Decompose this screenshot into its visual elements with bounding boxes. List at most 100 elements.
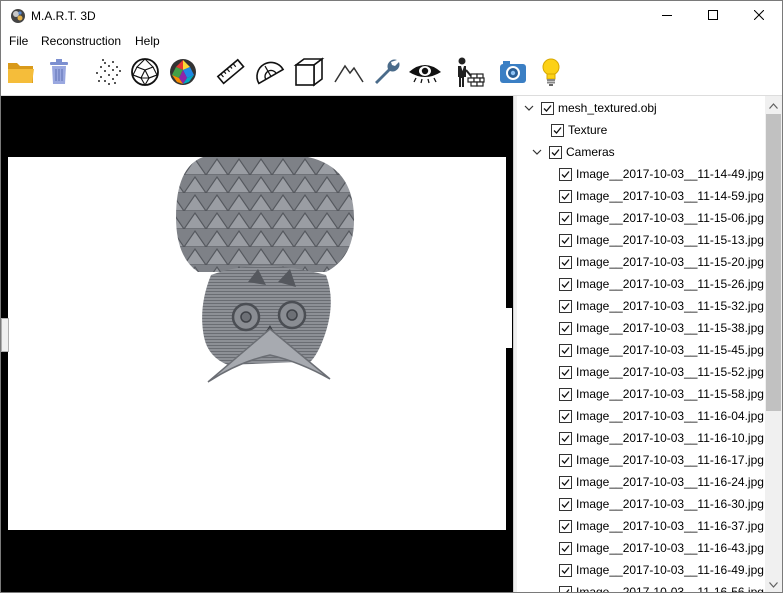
tree-item-texture[interactable]: Texture: [551, 119, 607, 141]
image-checkbox[interactable]: [559, 387, 572, 401]
tree-item-image[interactable]: Image__2017-10-03__11-15-52.jpg: [559, 361, 764, 383]
tree-item-image[interactable]: Image__2017-10-03__11-15-13.jpg: [559, 229, 764, 251]
tree-item-label: Image__2017-10-03__11-16-04.jpg: [576, 409, 764, 423]
tree-item-image[interactable]: Image__2017-10-03__11-15-32.jpg: [559, 295, 764, 317]
image-checkbox[interactable]: [559, 189, 572, 203]
image-checkbox[interactable]: [559, 299, 572, 313]
tree-item-image[interactable]: Image__2017-10-03__11-16-49.jpg: [559, 559, 764, 581]
tree-item-image[interactable]: Image__2017-10-03__11-16-37.jpg: [559, 515, 764, 537]
image-checkbox[interactable]: [559, 541, 572, 555]
tree-item-image[interactable]: Image__2017-10-03__11-14-49.jpg: [559, 163, 764, 185]
tree-item-image[interactable]: Image__2017-10-03__11-15-26.jpg: [559, 273, 764, 295]
eye-icon: [408, 60, 442, 87]
tree-item-image[interactable]: Image__2017-10-03__11-15-45.jpg: [559, 339, 764, 361]
scroll-up-button[interactable]: [765, 96, 782, 113]
image-checkbox[interactable]: [559, 563, 572, 577]
worker-icon: [452, 56, 486, 91]
menu-help[interactable]: Help: [135, 34, 160, 48]
image-checkbox[interactable]: [559, 431, 572, 445]
image-checkbox[interactable]: [559, 343, 572, 357]
tree-scrollbar[interactable]: [765, 96, 782, 592]
chevron-down-icon: [769, 577, 778, 591]
minimize-button[interactable]: [644, 1, 690, 31]
tree-item-label: Image__2017-10-03__11-15-06.jpg: [576, 211, 764, 225]
image-checkbox[interactable]: [559, 409, 572, 423]
tree-item-label: Image__2017-10-03__11-14-49.jpg: [576, 167, 764, 181]
build-button[interactable]: [453, 57, 485, 89]
tree-item-label: Image__2017-10-03__11-15-58.jpg: [576, 387, 764, 401]
trash-icon: [48, 58, 70, 88]
scroll-thumb[interactable]: [766, 114, 781, 411]
tree-item-label: Image__2017-10-03__11-15-45.jpg: [576, 343, 764, 357]
tree-item-image[interactable]: Image__2017-10-03__11-16-56.jpg: [559, 581, 764, 592]
title-bar[interactable]: M.A.R.T. 3D: [1, 1, 782, 31]
menu-file[interactable]: File: [9, 34, 28, 48]
tree-item-image[interactable]: Image__2017-10-03__11-15-06.jpg: [559, 207, 764, 229]
capture-button[interactable]: [497, 57, 529, 89]
lighting-button[interactable]: [535, 57, 567, 89]
image-checkbox[interactable]: [559, 365, 572, 379]
camera-image-frame: [8, 153, 506, 530]
texture-checkbox[interactable]: [551, 123, 564, 137]
point-cloud-button[interactable]: [91, 57, 123, 89]
scroll-down-button[interactable]: [765, 575, 782, 592]
bounding-box-button[interactable]: [293, 56, 325, 89]
viewport-left-handle[interactable]: [1, 318, 9, 352]
tree-item-image[interactable]: Image__2017-10-03__11-14-59.jpg: [559, 185, 764, 207]
terrain-button[interactable]: [333, 57, 365, 89]
tree-item-mesh[interactable]: mesh_textured.obj: [523, 97, 657, 119]
view-button[interactable]: [409, 57, 441, 89]
tree-item-image[interactable]: Image__2017-10-03__11-16-04.jpg: [559, 405, 764, 427]
image-checkbox[interactable]: [559, 453, 572, 467]
camera-icon: [499, 60, 527, 87]
mesh-checkbox[interactable]: [541, 101, 554, 115]
cameras-checkbox[interactable]: [549, 145, 562, 159]
chevron-down-icon[interactable]: [531, 146, 543, 158]
tree-item-label: Image__2017-10-03__11-16-17.jpg: [576, 453, 764, 467]
image-checkbox[interactable]: [559, 585, 572, 592]
image-checkbox[interactable]: [559, 233, 572, 247]
tree-item-image[interactable]: Image__2017-10-03__11-15-58.jpg: [559, 383, 764, 405]
image-checkbox[interactable]: [559, 277, 572, 291]
chevron-up-icon: [769, 98, 778, 112]
chevron-down-icon[interactable]: [523, 102, 535, 114]
image-checkbox[interactable]: [559, 519, 572, 533]
tree-item-image[interactable]: Image__2017-10-03__11-16-24.jpg: [559, 471, 764, 493]
tree-item-image[interactable]: Image__2017-10-03__11-16-17.jpg: [559, 449, 764, 471]
wrench-icon: [372, 57, 402, 90]
tree-item-label: Image__2017-10-03__11-15-13.jpg: [576, 233, 764, 247]
tree-item-label: Image__2017-10-03__11-16-24.jpg: [576, 475, 764, 489]
tree-item-label: Image__2017-10-03__11-16-49.jpg: [576, 563, 764, 577]
open-folder-icon: [6, 59, 36, 88]
menu-reconstruction[interactable]: Reconstruction: [41, 34, 121, 48]
tree-item-label: Image__2017-10-03__11-16-37.jpg: [576, 519, 764, 533]
delete-button[interactable]: [43, 57, 75, 89]
tree-item-cameras[interactable]: Cameras: [531, 141, 615, 163]
tree-item-image[interactable]: Image__2017-10-03__11-15-20.jpg: [559, 251, 764, 273]
close-button[interactable]: [736, 1, 782, 31]
minimize-icon: [662, 9, 672, 23]
image-checkbox[interactable]: [559, 497, 572, 511]
image-checkbox[interactable]: [559, 167, 572, 181]
measure-angle-button[interactable]: [253, 57, 285, 89]
3d-viewport[interactable]: [1, 96, 513, 592]
tree-item-image[interactable]: Image__2017-10-03__11-16-10.jpg: [559, 427, 764, 449]
image-checkbox[interactable]: [559, 255, 572, 269]
open-button[interactable]: [5, 57, 37, 89]
settings-button[interactable]: [371, 57, 403, 89]
maximize-button[interactable]: [690, 1, 736, 31]
image-checkbox[interactable]: [559, 321, 572, 335]
ruler-icon: [216, 57, 246, 90]
image-checkbox[interactable]: [559, 211, 572, 225]
image-checkbox[interactable]: [559, 475, 572, 489]
wireframe-button[interactable]: [129, 57, 161, 89]
tree-item-label: Image__2017-10-03__11-15-20.jpg: [576, 255, 764, 269]
colored-mesh-button[interactable]: [167, 57, 199, 89]
measure-distance-button[interactable]: [215, 57, 247, 89]
tree-item-image[interactable]: Image__2017-10-03__11-15-38.jpg: [559, 317, 764, 339]
tree-item-image[interactable]: Image__2017-10-03__11-16-30.jpg: [559, 493, 764, 515]
tree-item-image[interactable]: Image__2017-10-03__11-16-43.jpg: [559, 537, 764, 559]
tree-item-label: Image__2017-10-03__11-14-59.jpg: [576, 189, 764, 203]
app-logo-icon: [10, 8, 26, 24]
mountain-icon: [334, 60, 364, 87]
